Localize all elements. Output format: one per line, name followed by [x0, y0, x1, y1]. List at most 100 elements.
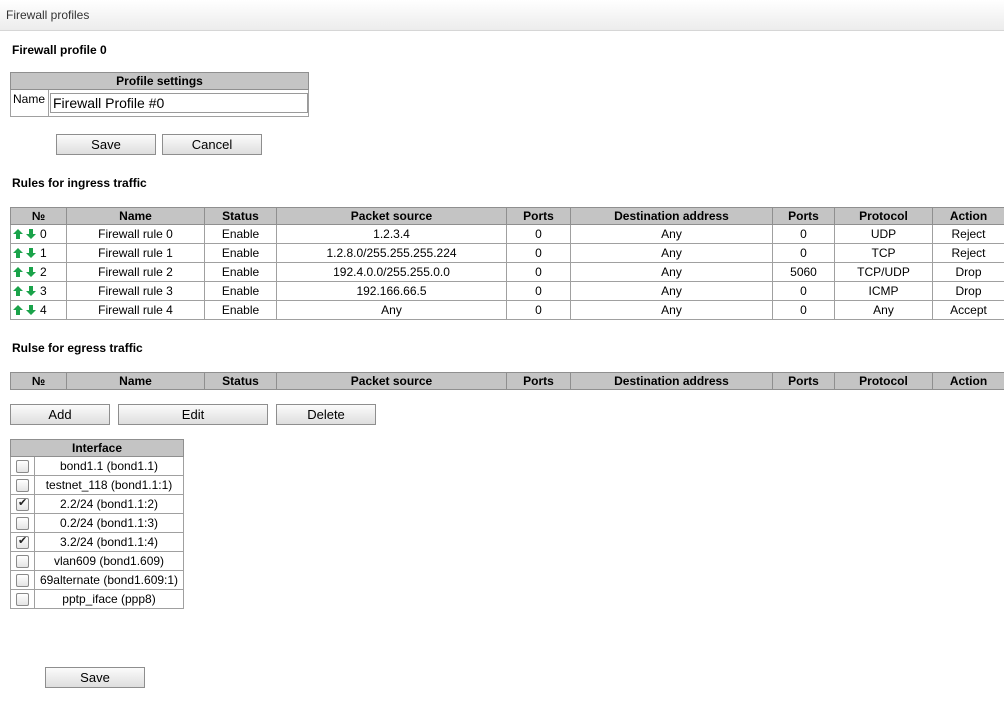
interface-table: Interface bond1.1 (bond1.1) testnet_118 (… — [10, 439, 184, 609]
interface-row[interactable]: bond1.1 (bond1.1) — [10, 456, 184, 476]
interface-checkbox[interactable] — [16, 479, 29, 493]
interface-label: bond1.1 (bond1.1) — [34, 456, 184, 476]
interface-checkbox[interactable] — [16, 534, 29, 550]
cell-protocol: ICMP — [834, 281, 933, 301]
cell-source-ports: 0 — [506, 262, 571, 282]
egress-rules-table: № Name Status Packet source Ports Destination… — [10, 372, 1004, 390]
move-up-icon[interactable] — [13, 246, 23, 260]
column-header-source-ports: Ports — [506, 372, 571, 390]
egress-heading: Rulse for egress traffic — [12, 341, 143, 355]
interface-checkbox[interactable] — [16, 460, 29, 474]
column-header-status: Status — [204, 372, 277, 390]
move-down-icon[interactable] — [26, 284, 36, 298]
move-down-icon[interactable] — [26, 303, 36, 317]
interface-label: pptp_iface (ppp8) — [34, 589, 184, 609]
rule-order-cell: 1 — [10, 243, 67, 263]
checkbox-cell — [10, 551, 35, 571]
cell-protocol: Any — [834, 300, 933, 320]
cell-packet-source: 1.2.8.0/255.255.255.224 — [276, 243, 507, 263]
rule-number: 4 — [40, 303, 47, 317]
cell-destination-ports: 0 — [772, 243, 835, 263]
cell-packet-source: 192.4.0.0/255.255.0.0 — [276, 262, 507, 282]
interface-label: 0.2/24 (bond1.1:3) — [34, 513, 184, 533]
ingress-heading: Rules for ingress traffic — [12, 176, 147, 190]
cell-destination-address: Any — [570, 224, 773, 244]
interface-row[interactable]: 69alternate (bond1.609:1) — [10, 570, 184, 590]
move-up-icon[interactable] — [13, 303, 23, 317]
save-button[interactable]: Save — [56, 134, 156, 155]
profile-name-input[interactable] — [50, 93, 308, 113]
table-row[interactable]: 4 Firewall rule 4 Enable Any 0 Any 0 Any Accept — [10, 300, 1004, 320]
table-row[interactable]: 3 Firewall rule 3 Enable 192.166.66.5 0 Any 0 I… — [10, 281, 1004, 301]
rule-number: 0 — [40, 227, 47, 241]
cell-name: Firewall rule 1 — [66, 243, 205, 263]
cell-source-ports: 0 — [506, 300, 571, 320]
move-down-icon[interactable] — [26, 246, 36, 260]
column-header-protocol: Protocol — [834, 372, 933, 390]
cell-destination-address: Any — [570, 262, 773, 282]
interface-row[interactable]: 2.2/24 (bond1.1:2) — [10, 494, 184, 514]
table-row[interactable]: 1 Firewall rule 1 Enable 1.2.8.0/255.255.25… — [10, 243, 1004, 263]
interface-header: Interface — [10, 439, 184, 457]
cell-source-ports: 0 — [506, 243, 571, 263]
move-up-icon[interactable] — [13, 265, 23, 279]
cell-destination-address: Any — [570, 243, 773, 263]
ingress-rules-table: № Name Status Packet source Ports Destination… — [10, 207, 1004, 320]
cell-source-ports: 0 — [506, 224, 571, 244]
checkbox-cell — [10, 570, 35, 590]
rule-order-cell: 2 — [10, 262, 67, 282]
interface-label: 69alternate (bond1.609:1) — [34, 570, 184, 590]
interface-checkbox[interactable] — [16, 496, 29, 512]
delete-button[interactable]: Delete — [276, 404, 376, 425]
save-interfaces-button[interactable]: Save — [45, 667, 145, 688]
move-down-icon[interactable] — [26, 227, 36, 241]
interface-checkbox[interactable] — [16, 593, 29, 607]
checkbox-cell — [10, 494, 35, 514]
column-header-destination-address: Destination address — [570, 207, 773, 225]
cell-protocol: TCP — [834, 243, 933, 263]
add-button[interactable]: Add — [10, 404, 110, 425]
column-header-status: Status — [204, 207, 277, 225]
cell-action: Reject — [932, 243, 1004, 263]
name-label: Name — [10, 89, 49, 117]
column-header-action: Action — [932, 372, 1004, 390]
move-up-icon[interactable] — [13, 284, 23, 298]
cell-action: Drop — [932, 262, 1004, 282]
column-header-number: № — [10, 372, 67, 390]
interface-checkbox[interactable] — [16, 517, 29, 531]
interface-row[interactable]: 0.2/24 (bond1.1:3) — [10, 513, 184, 533]
column-header-destination-ports: Ports — [772, 372, 835, 390]
cancel-button[interactable]: Cancel — [162, 134, 262, 155]
interface-row[interactable]: vlan609 (bond1.609) — [10, 551, 184, 571]
column-header-destination-ports: Ports — [772, 207, 835, 225]
cell-destination-address: Any — [570, 281, 773, 301]
profile-settings-header: Profile settings — [10, 72, 309, 90]
cell-protocol: TCP/UDP — [834, 262, 933, 282]
interface-row[interactable]: 3.2/24 (bond1.1:4) — [10, 532, 184, 552]
interface-checkbox[interactable] — [16, 574, 29, 588]
interface-checkbox[interactable] — [16, 555, 29, 569]
column-header-action: Action — [932, 207, 1004, 225]
column-header-name: Name — [66, 207, 205, 225]
cell-status: Enable — [204, 262, 277, 282]
column-header-destination-address: Destination address — [570, 372, 773, 390]
checkbox-cell — [10, 589, 35, 609]
cell-destination-ports: 0 — [772, 300, 835, 320]
rule-order-cell: 0 — [10, 224, 67, 244]
move-up-icon[interactable] — [13, 227, 23, 241]
interface-row[interactable]: testnet_118 (bond1.1:1) — [10, 475, 184, 495]
rule-number: 2 — [40, 265, 47, 279]
page-title: Firewall profiles — [6, 8, 90, 22]
cell-action: Drop — [932, 281, 1004, 301]
checkbox-cell — [10, 456, 35, 476]
table-row[interactable]: 2 Firewall rule 2 Enable 192.4.0.0/255.255.… — [10, 262, 1004, 282]
edit-button[interactable]: Edit — [118, 404, 268, 425]
interface-label: 3.2/24 (bond1.1:4) — [34, 532, 184, 552]
table-row[interactable]: 0 Firewall rule 0 Enable 1.2.3.4 0 Any 0 UDP Rej… — [10, 224, 1004, 244]
checkbox-cell — [10, 475, 35, 495]
interface-row[interactable]: pptp_iface (ppp8) — [10, 589, 184, 609]
cell-status: Enable — [204, 243, 277, 263]
cell-status: Enable — [204, 281, 277, 301]
move-down-icon[interactable] — [26, 265, 36, 279]
cell-action: Reject — [932, 224, 1004, 244]
